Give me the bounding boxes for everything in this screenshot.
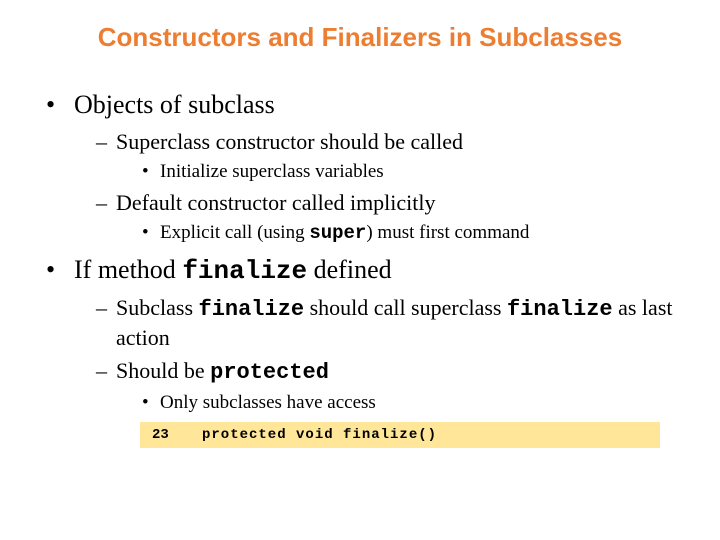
- slide-title: Constructors and Finalizers in Subclasse…: [40, 22, 680, 53]
- bullet-2-2-1: Only subclasses have access: [142, 391, 680, 416]
- slide: Constructors and Finalizers in Subclasse…: [0, 0, 720, 540]
- bullet-1-2: Default constructor called implicitly Ex…: [96, 189, 680, 246]
- bullet-1-2-1-b: ) must first command: [366, 222, 529, 243]
- bullet-2-a: If method: [74, 255, 182, 284]
- bullet-1-2-text: Default constructor called implicitly: [116, 190, 436, 215]
- bullet-2-2: Should be protected Only subclasses have…: [96, 357, 680, 448]
- bullet-2-2-code: protected: [210, 360, 329, 385]
- code-box: 23 protected void finalize(): [140, 422, 660, 448]
- bullet-1-1: Superclass constructor should be called …: [96, 128, 680, 185]
- bullet-2-2-1-text: Only subclasses have access: [160, 392, 376, 413]
- bullet-1-2-1-a: Explicit call (using: [160, 222, 309, 243]
- code-text: protected void finalize(): [202, 426, 437, 444]
- bullet-2-code: finalize: [182, 256, 307, 286]
- code-line-number: 23: [140, 426, 202, 444]
- bullet-2-2-a: Should be: [116, 358, 210, 383]
- bullet-2-b: defined: [307, 255, 391, 284]
- bullet-1-1-1-text: Initialize superclass variables: [160, 161, 384, 182]
- bullet-2-1-code1: finalize: [199, 297, 305, 322]
- bullet-2-1-b: should call superclass: [304, 295, 507, 320]
- bullet-2: If method finalize defined Subclass fina…: [40, 254, 680, 448]
- bullet-2-1-a: Subclass: [116, 295, 199, 320]
- bullet-1-2-1-code: super: [309, 222, 366, 244]
- bullet-1-1-1: Initialize superclass variables: [142, 160, 680, 185]
- bullet-2-1: Subclass finalize should call superclass…: [96, 294, 680, 353]
- bullet-2-1-code2: finalize: [507, 297, 613, 322]
- bullet-1-1-text: Superclass constructor should be called: [116, 129, 463, 154]
- bullet-1-text: Objects of subclass: [74, 90, 275, 119]
- bullet-1: Objects of subclass Superclass construct…: [40, 89, 680, 246]
- bullet-list: Objects of subclass Superclass construct…: [40, 89, 680, 448]
- bullet-1-2-1: Explicit call (using super) must first c…: [142, 221, 680, 246]
